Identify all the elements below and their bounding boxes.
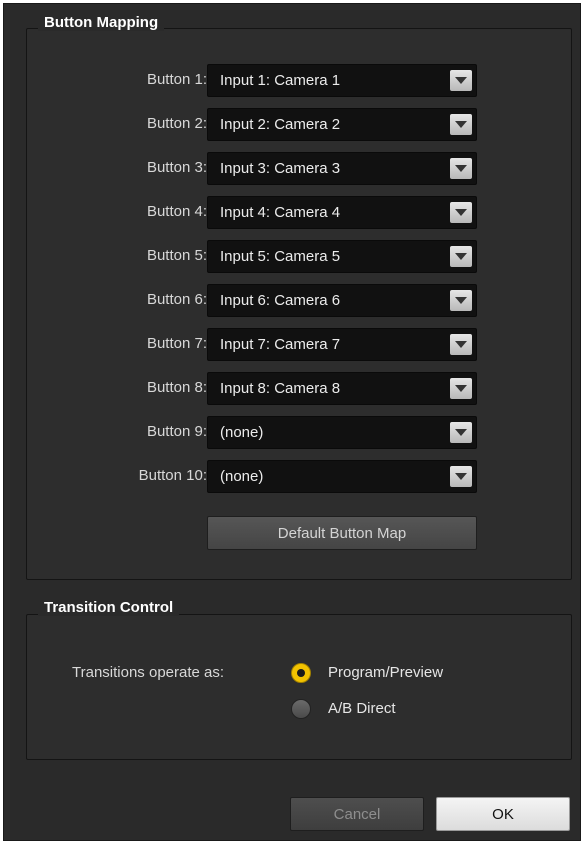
default-button-map-button[interactable]: Default Button Map: [207, 516, 477, 550]
button-mapping-row-10: Button 10: (none): [0, 460, 583, 493]
button-8-select-value: Input 8: Camera 8: [220, 380, 341, 397]
button-4-select-value: Input 4: Camera 4: [220, 204, 341, 221]
button-4-select[interactable]: Input 4: Camera 4: [207, 196, 477, 229]
button-6-select-value: Input 6: Camera 6: [220, 292, 341, 309]
button-10-label: Button 10:: [138, 467, 207, 484]
program-preview-label[interactable]: Program/Preview: [328, 664, 443, 681]
button-8-label: Button 8:: [146, 379, 207, 396]
button-10-select-value: (none): [220, 468, 264, 485]
chevron-down-icon[interactable]: [450, 114, 472, 135]
chevron-down-icon[interactable]: [450, 290, 472, 311]
transition-control-group: [26, 614, 572, 760]
button-10-select[interactable]: (none): [207, 460, 477, 493]
transition-control-title: Transition Control: [38, 599, 180, 616]
ab-direct-label[interactable]: A/B Direct: [328, 700, 396, 717]
button-7-select-value: Input 7: Camera 7: [220, 336, 341, 353]
button-5-select-value: Input 5: Camera 5: [220, 248, 341, 265]
button-mapping-row-8: Button 8: Input 8: Camera 8: [0, 372, 583, 405]
button-6-select[interactable]: Input 6: Camera 6: [207, 284, 477, 317]
button-7-label: Button 7:: [146, 335, 207, 352]
button-mapping-row-3: Button 3: Input 3: Camera 3: [0, 152, 583, 185]
program-preview-radio[interactable]: [291, 663, 311, 683]
button-2-select[interactable]: Input 2: Camera 2: [207, 108, 477, 141]
button-2-select-value: Input 2: Camera 2: [220, 116, 341, 133]
chevron-down-icon[interactable]: [450, 202, 472, 223]
chevron-down-icon[interactable]: [450, 378, 472, 399]
chevron-down-icon[interactable]: [450, 158, 472, 179]
cancel-button[interactable]: Cancel: [290, 797, 424, 831]
button-7-select[interactable]: Input 7: Camera 7: [207, 328, 477, 361]
ok-button[interactable]: OK: [436, 797, 570, 831]
button-3-select-value: Input 3: Camera 3: [220, 160, 341, 177]
button-1-select-value: Input 1: Camera 1: [220, 72, 341, 89]
button-mapping-title: Button Mapping: [38, 14, 165, 31]
button-mapping-row-9: Button 9: (none): [0, 416, 583, 449]
button-1-select[interactable]: Input 1: Camera 1: [207, 64, 477, 97]
button-5-label: Button 5:: [146, 247, 207, 264]
chevron-down-icon[interactable]: [450, 246, 472, 267]
button-4-label: Button 4:: [146, 203, 207, 220]
button-3-label: Button 3:: [146, 159, 207, 176]
button-9-select[interactable]: (none): [207, 416, 477, 449]
button-mapping-row-6: Button 6: Input 6: Camera 6: [0, 284, 583, 317]
button-9-label: Button 9:: [146, 423, 207, 440]
button-mapping-row-2: Button 2: Input 2: Camera 2: [0, 108, 583, 141]
button-3-select[interactable]: Input 3: Camera 3: [207, 152, 477, 185]
transitions-operate-label: Transitions operate as:: [72, 664, 225, 681]
button-5-select[interactable]: Input 5: Camera 5: [207, 240, 477, 273]
button-9-select-value: (none): [220, 424, 264, 441]
button-mapping-row-1: Button 1: Input 1: Camera 1: [0, 64, 583, 97]
ab-direct-radio[interactable]: [291, 699, 311, 719]
button-mapping-row-7: Button 7: Input 7: Camera 7: [0, 328, 583, 361]
button-mapping-row-4: Button 4: Input 4: Camera 4: [0, 196, 583, 229]
button-mapping-row-5: Button 5: Input 5: Camera 5: [0, 240, 583, 273]
button-2-label: Button 2:: [146, 115, 207, 132]
button-6-label: Button 6:: [146, 291, 207, 308]
button-1-label: Button 1:: [146, 71, 207, 88]
chevron-down-icon[interactable]: [450, 70, 472, 91]
chevron-down-icon[interactable]: [450, 334, 472, 355]
button-8-select[interactable]: Input 8: Camera 8: [207, 372, 477, 405]
chevron-down-icon[interactable]: [450, 466, 472, 487]
chevron-down-icon[interactable]: [450, 422, 472, 443]
